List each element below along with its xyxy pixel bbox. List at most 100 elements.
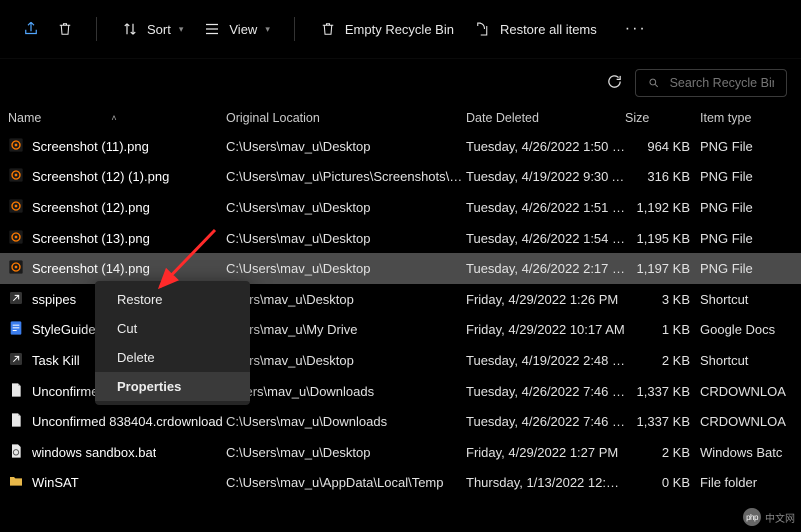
file-date: Tuesday, 4/19/2022 2:48 PM bbox=[466, 353, 625, 368]
file-name: StyleGuide bbox=[32, 322, 96, 337]
file-location: Users\mav_u\Desktop bbox=[226, 292, 466, 307]
search-icon bbox=[648, 76, 660, 90]
file-icon bbox=[8, 167, 24, 186]
sort-indicator-icon: ˄ bbox=[111, 113, 116, 123]
file-name: Task Kill bbox=[32, 353, 80, 368]
divider bbox=[96, 17, 97, 41]
file-type: PNG File bbox=[700, 200, 791, 215]
file-date: Tuesday, 4/26/2022 2:17 PM bbox=[466, 261, 625, 276]
view-button[interactable]: View ▾ bbox=[197, 16, 275, 42]
file-type: Shortcut bbox=[700, 353, 791, 368]
more-button[interactable]: ··· bbox=[621, 16, 651, 42]
file-icon bbox=[8, 443, 24, 462]
file-type: CRDOWNLOA bbox=[700, 414, 791, 429]
file-name: Screenshot (13).png bbox=[32, 231, 150, 246]
restore-all-button[interactable]: Restore all items bbox=[468, 16, 603, 42]
file-type: Google Docs bbox=[700, 322, 791, 337]
file-date: Tuesday, 4/26/2022 1:54 PM bbox=[466, 231, 625, 246]
header-type[interactable]: Item type bbox=[700, 111, 791, 125]
file-size: 964 KB bbox=[625, 139, 700, 154]
file-icon bbox=[8, 290, 24, 309]
file-icon bbox=[8, 320, 24, 339]
file-location: C:\Users\mav_u\Downloads bbox=[226, 414, 466, 429]
chevron-down-icon: ▾ bbox=[265, 24, 270, 35]
divider bbox=[294, 17, 295, 41]
file-icon bbox=[8, 259, 24, 278]
file-name: Unconfirme bbox=[32, 384, 98, 399]
table-row[interactable]: Unconfirmed 838404.crdownloadC:\Users\ma… bbox=[0, 406, 801, 437]
table-row[interactable]: Screenshot (12) (1).png C:\Users\mav_u\Pi… bbox=[0, 162, 801, 193]
table-row[interactable]: Screenshot (14).pngC:\Users\mav_u\Deskto… bbox=[0, 253, 801, 284]
file-size: 2 KB bbox=[625, 445, 700, 460]
header-location[interactable]: Original Location bbox=[226, 111, 466, 125]
file-type: Shortcut bbox=[700, 292, 791, 307]
view-label: View bbox=[229, 22, 257, 37]
file-type: PNG File bbox=[700, 261, 791, 276]
ctx-properties[interactable]: Properties bbox=[95, 372, 250, 401]
file-name: Unconfirmed 838404.crdownload bbox=[32, 414, 223, 429]
file-date: Tuesday, 4/26/2022 1:50 PM bbox=[466, 139, 625, 154]
file-location: C:\Users\mav_u\Desktop bbox=[226, 261, 466, 276]
header-name[interactable]: Name ˄ bbox=[8, 111, 226, 125]
file-icon bbox=[8, 229, 24, 248]
table-row[interactable]: WinSATC:\Users\mav_u\AppData\Local\TempT… bbox=[0, 468, 801, 499]
file-size: 1,337 KB bbox=[625, 414, 700, 429]
file-date: Friday, 4/29/2022 1:27 PM bbox=[466, 445, 625, 460]
file-location: Users\mav_u\Desktop bbox=[226, 353, 466, 368]
file-name: Screenshot (12) (1).png bbox=[32, 169, 169, 184]
file-type: PNG File bbox=[700, 139, 791, 154]
file-location: C:\Users\mav_u\Desktop bbox=[226, 139, 466, 154]
header-size[interactable]: Size bbox=[625, 111, 700, 125]
search-input[interactable] bbox=[670, 76, 774, 90]
file-location: Users\mav_u\My Drive bbox=[226, 322, 466, 337]
header-date[interactable]: Date Deleted bbox=[466, 111, 625, 125]
file-location: C:\Users\mav_u\Pictures\Screenshots\C... bbox=[226, 169, 466, 184]
table-row[interactable]: windows sandbox.batC:\Users\mav_u\Deskto… bbox=[0, 437, 801, 468]
column-headers: Name ˄ Original Location Date Deleted Si… bbox=[0, 105, 801, 131]
file-date: Friday, 4/29/2022 10:17 AM bbox=[466, 322, 625, 337]
file-type: File folder bbox=[700, 475, 791, 490]
file-date: Tuesday, 4/26/2022 7:46 PM bbox=[466, 414, 625, 429]
file-size: 316 KB bbox=[625, 169, 700, 184]
file-name: Screenshot (12).png bbox=[32, 200, 150, 215]
refresh-button[interactable] bbox=[606, 73, 623, 93]
file-name: sspipes bbox=[32, 292, 76, 307]
file-size: 1,337 KB bbox=[625, 384, 700, 399]
file-date: Thursday, 1/13/2022 12:28... bbox=[466, 475, 625, 490]
file-date: Friday, 4/29/2022 1:26 PM bbox=[466, 292, 625, 307]
file-size: 1,195 KB bbox=[625, 231, 700, 246]
file-icon bbox=[8, 351, 24, 370]
ctx-restore[interactable]: Restore bbox=[95, 285, 250, 314]
dots-icon: ··· bbox=[625, 20, 647, 38]
file-location: C:\Users\mav_u\Desktop bbox=[226, 200, 466, 215]
file-size: 0 KB bbox=[625, 475, 700, 490]
delete-icon[interactable] bbox=[52, 16, 78, 42]
sort-label: Sort bbox=[147, 22, 171, 37]
file-type: PNG File bbox=[700, 169, 791, 184]
php-badge-icon: php bbox=[743, 508, 761, 526]
file-location: C:\Users\mav_u\Desktop bbox=[226, 445, 466, 460]
file-location: \Users\mav_u\Downloads bbox=[226, 384, 466, 399]
file-location: C:\Users\mav_u\Desktop bbox=[226, 231, 466, 246]
ctx-cut[interactable]: Cut bbox=[95, 314, 250, 343]
table-row[interactable]: Screenshot (13).png C:\Users\mav_u\Deskto… bbox=[0, 223, 801, 254]
file-icon bbox=[8, 473, 24, 492]
table-row[interactable]: Screenshot (11).pngC:\Users\mav_u\Deskto… bbox=[0, 131, 801, 162]
context-menu: Restore Cut Delete Properties bbox=[95, 281, 250, 405]
file-type: Windows Batc bbox=[700, 445, 791, 460]
address-bar bbox=[0, 58, 801, 105]
file-size: 1,192 KB bbox=[625, 200, 700, 215]
table-row[interactable]: Screenshot (12).png C:\Users\mav_u\Deskto… bbox=[0, 192, 801, 223]
file-icon bbox=[8, 137, 24, 156]
empty-recycle-button[interactable]: Empty Recycle Bin bbox=[313, 16, 460, 42]
file-size: 3 KB bbox=[625, 292, 700, 307]
toolbar: Sort ▾ View ▾ Empty Recycle Bin Restore … bbox=[0, 0, 801, 58]
sort-button[interactable]: Sort ▾ bbox=[115, 16, 189, 42]
watermark: php 中文网 bbox=[743, 508, 795, 526]
file-size: 2 KB bbox=[625, 353, 700, 368]
share-icon[interactable] bbox=[18, 16, 44, 42]
ctx-delete[interactable]: Delete bbox=[95, 343, 250, 372]
file-size: 1,197 KB bbox=[625, 261, 700, 276]
search-box[interactable] bbox=[635, 69, 787, 97]
file-date: Tuesday, 4/26/2022 7:46 PM bbox=[466, 384, 625, 399]
